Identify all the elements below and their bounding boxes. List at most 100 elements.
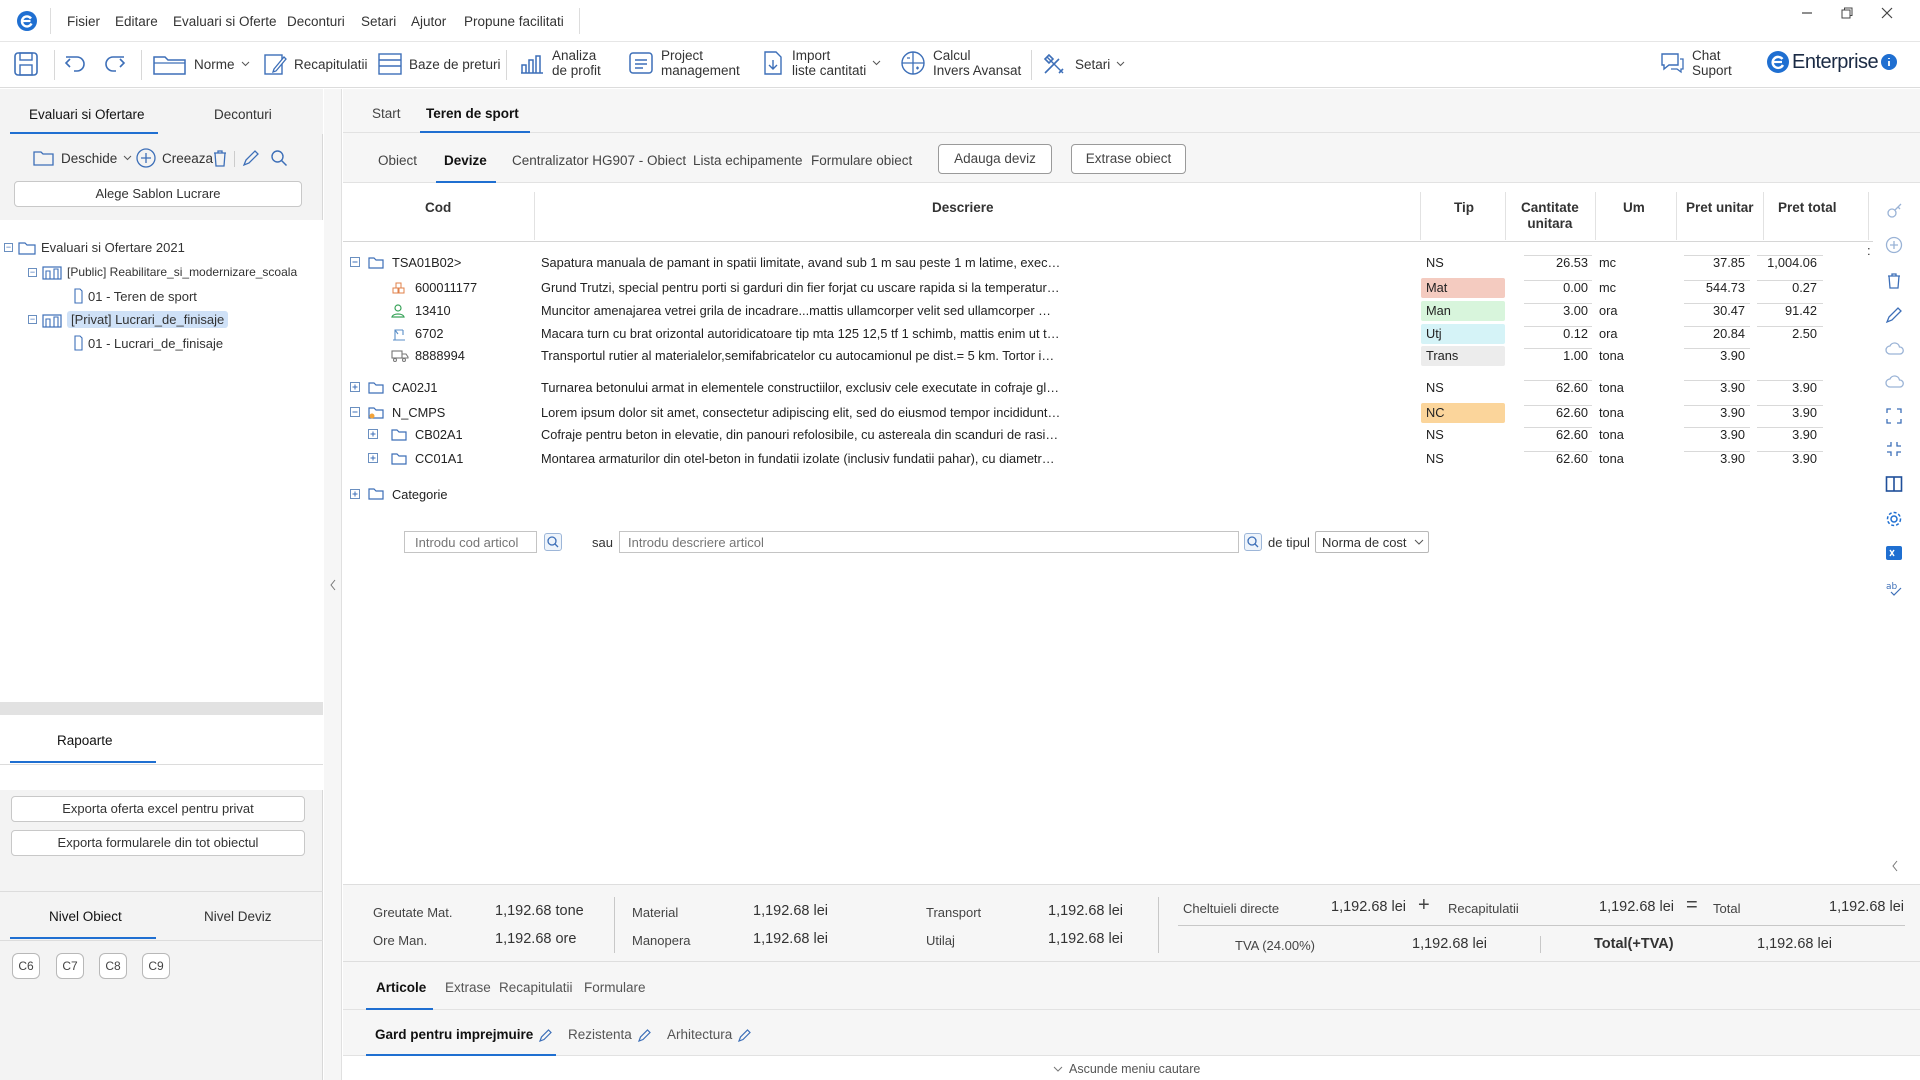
excel-icon[interactable] [1885,544,1903,562]
c8-button[interactable]: C8 [99,953,127,979]
spellcheck-icon[interactable]: ab [1885,578,1903,596]
row-cantitate[interactable]: 62.60 [1526,405,1588,420]
calcul-invers-button[interactable]: Calcul Invers Avansat [899,48,1021,78]
row-pret-unitar[interactable]: 3.90 [1686,348,1745,363]
redo-icon[interactable] [100,50,128,78]
undo-icon[interactable] [62,50,90,78]
collapse-icon[interactable] [350,407,360,417]
row-pret-unitar[interactable]: 3.90 [1686,427,1745,442]
collapse-icon[interactable] [1885,440,1903,458]
extrase-obiect-button[interactable]: Extrase obiect [1071,144,1186,174]
menu-editare[interactable]: Editare [115,14,158,29]
collapse-icon[interactable]: − [28,315,37,324]
table-row[interactable]: 13410 Muncitor amenajarea vetrei grila de… [343,300,1873,322]
alege-sablon-button[interactable]: Alege Sablon Lucrare [14,181,302,207]
tab-evaluari[interactable]: Evaluari si Ofertare [29,107,145,122]
row-pret-unitar[interactable]: 37.85 [1686,255,1745,270]
chevron-left-icon[interactable] [1891,860,1899,872]
trash-icon[interactable] [1885,272,1903,290]
tab-nivel-deviz[interactable]: Nivel Deviz [204,909,272,924]
recapitulatii-button[interactable]: Recapitulatii [262,51,368,77]
collapse-icon[interactable]: − [28,267,37,277]
setari-button[interactable]: Setari [1041,51,1125,77]
row-cantitate[interactable]: 0.12 [1526,326,1588,341]
subtab-devize[interactable]: Devize [444,153,487,168]
row-pret-unitar[interactable]: 3.90 [1686,405,1745,420]
tab-recapitulatii[interactable]: Recapitulatii [499,980,573,995]
table-row[interactable]: N_CMPS Lorem ipsum dolor sit amet, consec… [343,402,1873,424]
row-pret-unitar[interactable]: 3.90 [1686,380,1745,395]
tab-extrase[interactable]: Extrase [445,980,491,995]
settings-gear-icon[interactable] [1885,510,1903,528]
expand-icon[interactable] [368,453,378,463]
search-cod-icon[interactable] [544,533,562,551]
c9-button[interactable]: C9 [142,953,170,979]
row-pret-unitar[interactable]: 544.73 [1686,280,1745,295]
menu-deconturi[interactable]: Deconturi [287,14,345,29]
subtab-formulare[interactable]: Formulare obiect [811,153,912,168]
expand-icon[interactable] [350,489,360,499]
table-row[interactable]: TSA01B02> Sapatura manuala de pamant in s… [343,252,1873,274]
row-cantitate[interactable]: 62.60 [1526,380,1588,395]
header-pret-unitar[interactable]: Pret unitar [1686,200,1754,215]
search-icon[interactable] [270,149,288,167]
pencil-icon[interactable] [1885,306,1903,324]
header-cantitate[interactable]: Cantitate unitara [1521,200,1579,232]
category-arhitectura[interactable]: Arhitectura [667,1027,752,1042]
table-row[interactable]: CC01A1 Montarea armaturilor din otel-beto… [343,448,1873,470]
menu-fisier[interactable]: Fisier [67,14,100,29]
ascunde-meniu-button[interactable]: Ascunde meniu cautare [1053,1062,1200,1076]
split-view-icon[interactable] [1885,475,1903,493]
collapse-icon[interactable] [350,257,360,267]
delete-icon[interactable] [212,149,228,167]
deschide-button[interactable]: Deschide [33,149,132,167]
tab-formulare[interactable]: Formulare [584,980,646,995]
edit-icon[interactable] [242,149,260,167]
export-excel-button[interactable]: Exporta oferta excel pentru privat [11,796,305,822]
header-pret-total[interactable]: Pret total [1778,200,1837,215]
tip-select[interactable]: Norma de cost [1315,531,1429,553]
table-row[interactable]: 600011177 Grund Trutzi, special pentru po… [343,277,1873,299]
tree-node-public[interactable]: − [Public] Reabilitare_si_modernizare_sc… [28,264,297,280]
row-cantitate[interactable]: 26.53 [1526,255,1588,270]
restore-icon[interactable] [1840,6,1854,20]
export-formulare-button[interactable]: Exporta formularele din tot obiectul [11,830,305,856]
analiza-profit-button[interactable]: Analiza de profit [518,48,601,78]
tab-rapoarte[interactable]: Rapoarte [57,733,113,748]
chevron-left-icon[interactable] [329,579,337,591]
search-descriere-icon[interactable] [1244,533,1262,551]
row-pret-unitar[interactable]: 30.47 [1686,303,1745,318]
menu-ajutor[interactable]: Ajutor [411,14,446,29]
more-dots-icon[interactable]: : [1867,243,1871,258]
table-row[interactable]: CA02J1 Turnarea betonului armat in elemen… [343,377,1873,399]
category-rezistenta[interactable]: Rezistenta [568,1027,652,1042]
header-cod[interactable]: Cod [425,200,451,215]
row-cantitate[interactable]: 3.00 [1526,303,1588,318]
tab-teren-de-sport[interactable]: Teren de sport [426,106,519,121]
row-pret-unitar[interactable]: 20.84 [1686,326,1745,341]
header-tip[interactable]: Tip [1454,200,1474,215]
tree-node-privat[interactable]: − [Privat] Lucrari_de_finisaje [28,311,229,328]
tree-node-root[interactable]: − Evaluari si Ofertare 2021 [4,240,185,255]
tab-deconturi[interactable]: Deconturi [214,107,272,122]
norme-button[interactable]: Norme [152,51,250,77]
row-cantitate[interactable]: 0.00 [1526,280,1588,295]
subtab-obiect[interactable]: Obiect [378,153,417,168]
table-row[interactable]: 6702 Macara turn cu brat orizontal autori… [343,323,1873,345]
table-row[interactable]: CB02A1 Cofraje pentru beton in elevatie, … [343,424,1873,446]
import-liste-button[interactable]: Import liste cantitati [760,48,881,78]
expand-icon[interactable] [368,429,378,439]
collapse-icon[interactable]: − [4,243,13,252]
table-row[interactable]: 8888994 Transportul rutier al materialelo… [343,345,1873,367]
header-descriere[interactable]: Descriere [932,200,994,215]
tab-nivel-obiect[interactable]: Nivel Obiect [49,909,122,924]
table-row-categorie[interactable]: Categorie [343,484,1873,506]
creeaza-button[interactable]: Creeaza [136,148,213,168]
add-icon[interactable] [1885,236,1903,254]
row-cantitate[interactable]: 62.60 [1526,451,1588,466]
expand-icon[interactable] [1885,407,1903,425]
minimize-icon[interactable] [1800,6,1814,20]
subtab-lista-echipamente[interactable]: Lista echipamente [693,153,803,168]
header-um[interactable]: Um [1623,200,1645,215]
tab-start[interactable]: Start [372,106,401,121]
